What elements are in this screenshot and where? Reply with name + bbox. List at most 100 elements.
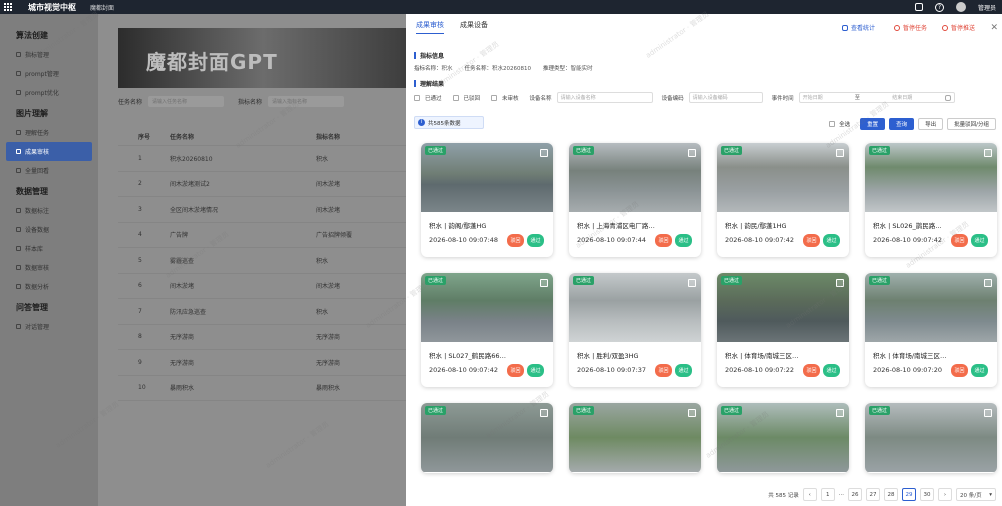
card-checkbox[interactable] xyxy=(836,149,844,157)
query-button[interactable]: 查询 xyxy=(889,118,915,130)
result-card[interactable]: 已通过 xyxy=(569,403,701,473)
table-row[interactable]: 1 积水20260810 积水 xyxy=(118,146,408,172)
export-button[interactable]: 导出 xyxy=(918,118,944,130)
camera-snapshot[interactable]: 已通过 xyxy=(421,273,553,342)
rejected-checkbox[interactable] xyxy=(452,94,459,101)
reject-button[interactable]: 驳回 xyxy=(951,234,968,247)
result-card[interactable]: 已通过 积水 | 上海青浦区电厂路… 2026-08-10 09:07:44 驳回 通过 xyxy=(569,143,701,257)
reject-button[interactable]: 驳回 xyxy=(655,364,672,377)
app-grid-icon[interactable] xyxy=(4,2,14,12)
date-range-picker[interactable]: 开始日期 至 结束日期 xyxy=(798,92,955,103)
result-card[interactable]: 已通过 积水 | 韵阁/鄢蓬HG 2026-08-10 09:07:48 驳回 通过 xyxy=(421,143,553,257)
unreviewed-checkbox[interactable] xyxy=(491,94,498,101)
reject-button[interactable]: 驳回 xyxy=(507,234,524,247)
batch-button[interactable]: 批量驳回/分组 xyxy=(947,118,996,130)
device-code-input[interactable]: 请输入设备编码 xyxy=(688,92,763,103)
select-all-checkbox[interactable] xyxy=(829,121,836,127)
result-card[interactable]: 已通过 积水 | SL027_鹤民路66… 2026-08-10 09:07:42 驳… xyxy=(421,273,553,387)
camera-snapshot[interactable]: 已通过 xyxy=(865,403,997,472)
mail-icon[interactable] xyxy=(914,3,923,11)
table-row[interactable]: 7 防汛应急巡查 积水 xyxy=(118,299,408,325)
sidebar-item-data-review[interactable]: 数据审核 xyxy=(0,258,98,277)
camera-snapshot[interactable]: 已通过 xyxy=(569,273,701,342)
prev-page-button[interactable]: ‹ xyxy=(802,488,817,501)
card-checkbox[interactable] xyxy=(688,149,696,157)
pass-button[interactable]: 通过 xyxy=(675,234,692,247)
pass-button[interactable]: 通过 xyxy=(527,364,544,377)
result-card[interactable]: 已通过 xyxy=(421,403,553,473)
reset-button[interactable]: 重置 xyxy=(860,118,886,130)
next-page-button[interactable]: › xyxy=(938,488,952,501)
sidebar-item-device[interactable]: 设备数据 xyxy=(0,220,98,239)
view-stats-button[interactable]: 查看统计 xyxy=(842,23,875,32)
pass-button[interactable]: 通过 xyxy=(971,364,988,377)
table-row[interactable]: 5 雾霾巡查 积水 xyxy=(118,248,408,274)
camera-snapshot[interactable]: 已通过 xyxy=(569,143,701,212)
camera-snapshot[interactable]: 已通过 xyxy=(865,273,997,342)
card-checkbox[interactable] xyxy=(540,279,548,287)
user-name[interactable]: 管理员 xyxy=(978,3,996,12)
table-row[interactable]: 6 间木淤堵 间木淤堵 xyxy=(118,274,408,299)
tab-review[interactable]: 成果审核 xyxy=(416,20,444,34)
pass-button[interactable]: 通过 xyxy=(823,364,840,377)
card-checkbox[interactable] xyxy=(836,409,844,417)
pass-button[interactable]: 通过 xyxy=(823,234,840,247)
card-checkbox[interactable] xyxy=(688,409,696,417)
table-row[interactable]: 10 暴雨积水 暴雨积水 xyxy=(118,376,408,401)
result-card[interactable]: 已通过 积水 | 韵民/鄢蓬1HG 2026-08-10 09:07:42 驳回 通过 xyxy=(717,143,849,257)
task-name-input[interactable]: 请输入任务名称 xyxy=(148,96,225,107)
result-card[interactable]: 已通过 积水 | 体育场/南城三区… 2026-08-10 09:07:20 驳回 通过 xyxy=(865,273,997,387)
avatar[interactable] xyxy=(955,2,966,12)
sidebar-item-metric[interactable]: 指标管理 xyxy=(0,45,98,64)
camera-snapshot[interactable]: 已通过 xyxy=(865,143,997,212)
table-row[interactable]: 8 无序游商 无序游商 xyxy=(118,325,408,350)
camera-snapshot[interactable]: 已通过 xyxy=(717,403,849,472)
sidebar-item-prompt-opt[interactable]: prompt优化 xyxy=(0,83,98,102)
sidebar-item-sample[interactable]: 样本库 xyxy=(0,239,98,258)
camera-snapshot[interactable]: 已通过 xyxy=(717,273,849,342)
table-row[interactable]: 4 广告牌 广告招牌倾覆 xyxy=(118,223,408,248)
passed-checkbox[interactable] xyxy=(414,94,420,101)
table-row[interactable]: 2 间木淤堵测试2 间木淤堵 xyxy=(118,172,408,197)
sidebar-item-replay[interactable]: 全量回看 xyxy=(0,161,98,180)
card-checkbox[interactable] xyxy=(836,279,844,287)
pause-task-button[interactable]: 暂停任务 xyxy=(894,23,927,32)
camera-snapshot[interactable]: 已通过 xyxy=(421,403,553,472)
card-checkbox[interactable] xyxy=(540,409,548,417)
card-checkbox[interactable] xyxy=(984,279,992,287)
camera-snapshot[interactable]: 已通过 xyxy=(421,143,553,212)
help-icon[interactable]: ? xyxy=(934,2,944,12)
result-card[interactable]: 已通过 xyxy=(865,403,997,473)
sidebar-item-dialog[interactable]: 对话管理 xyxy=(0,317,98,336)
camera-snapshot[interactable]: 已通过 xyxy=(569,403,701,472)
reject-button[interactable]: 驳回 xyxy=(803,364,820,377)
camera-snapshot[interactable]: 已通过 xyxy=(717,143,849,212)
sidebar-item-prompt[interactable]: prompt管理 xyxy=(0,64,98,83)
result-card[interactable]: 已通过 积水 | 胜利/双盈3HG 2026-08-10 09:07:37 驳回 通过 xyxy=(569,273,701,387)
page-27[interactable]: 27 xyxy=(866,488,880,501)
sidebar-item-analysis[interactable]: 数据分析 xyxy=(0,277,98,296)
table-row[interactable]: 9 无序游商 无序游商 xyxy=(118,350,408,376)
sidebar-item-label-data[interactable]: 数据标注 xyxy=(0,201,98,220)
page-26[interactable]: 26 xyxy=(848,488,862,501)
table-row[interactable]: 3 全区间木淤堵情况 间木淤堵 xyxy=(118,197,408,223)
pass-button[interactable]: 通过 xyxy=(971,234,988,247)
card-checkbox[interactable] xyxy=(984,409,992,417)
metric-name-input[interactable]: 请输入指标名称 xyxy=(268,96,345,107)
reject-button[interactable]: 驳回 xyxy=(803,234,820,247)
page-30[interactable]: 30 xyxy=(920,488,934,501)
reject-button[interactable]: 驳回 xyxy=(951,364,968,377)
result-card[interactable]: 已通过 xyxy=(717,403,849,473)
sidebar-item-review[interactable]: 成果审核 xyxy=(6,142,92,161)
page-29[interactable]: 29 xyxy=(902,488,916,501)
page-ellipsis[interactable]: ··· xyxy=(839,492,844,498)
close-icon[interactable]: ✕ xyxy=(990,23,998,33)
reject-button[interactable]: 驳回 xyxy=(507,364,524,377)
device-name-input[interactable]: 请输入设备名称 xyxy=(556,92,653,103)
card-checkbox[interactable] xyxy=(688,279,696,287)
card-checkbox[interactable] xyxy=(984,149,992,157)
card-checkbox[interactable] xyxy=(540,149,548,157)
pause-push-button[interactable]: 暂停推送 xyxy=(942,23,975,32)
tab-devices[interactable]: 成果设备 xyxy=(460,20,488,34)
pass-button[interactable]: 通过 xyxy=(527,234,544,247)
